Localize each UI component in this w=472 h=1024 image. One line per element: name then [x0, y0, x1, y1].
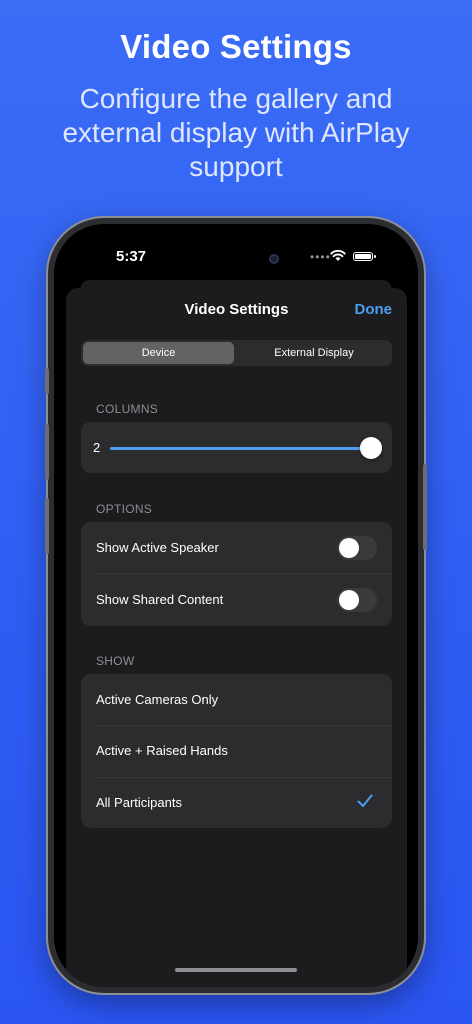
promo-title: Video Settings — [120, 28, 352, 65]
phone-volume-down-button — [45, 498, 49, 554]
columns-value: 2 — [93, 440, 101, 455]
video-settings-sheet: Video Settings Done Device External Disp… — [66, 288, 407, 987]
columns-group: 2 — [81, 422, 392, 473]
phone-volume-up-button — [45, 424, 49, 480]
battery-icon — [353, 252, 376, 261]
phone-power-button — [423, 464, 427, 550]
home-indicator — [175, 968, 297, 972]
segment-external-display[interactable]: External Display — [238, 342, 390, 364]
toggle-knob — [339, 590, 359, 610]
columns-section-header: COLUMNS — [96, 402, 159, 416]
show-label-all-participants: All Participants — [96, 795, 182, 810]
divider — [96, 573, 392, 574]
toggle-knob — [339, 538, 359, 558]
show-row-raised-hands[interactable]: Active + Raised Hands — [81, 726, 392, 777]
cellular-signal-icon: •••• — [310, 250, 331, 264]
show-group: Active Cameras Only Active + Raised Hand… — [81, 674, 392, 828]
columns-slider-track[interactable] — [110, 447, 371, 450]
show-shared-content-toggle[interactable] — [337, 588, 377, 612]
show-section-header: SHOW — [96, 654, 135, 668]
wifi-icon — [330, 249, 346, 261]
show-row-all-participants[interactable]: All Participants — [81, 778, 392, 828]
option-label-active-speaker: Show Active Speaker — [96, 540, 219, 555]
display-segmented-control: Device External Display — [81, 340, 392, 366]
option-label-shared-content: Show Shared Content — [96, 592, 224, 607]
show-label-raised-hands: Active + Raised Hands — [96, 743, 228, 758]
status-time: 5:37 — [116, 248, 147, 265]
segment-device[interactable]: Device — [83, 342, 234, 364]
show-label-active-cameras: Active Cameras Only — [96, 692, 219, 707]
done-button[interactable]: Done — [355, 301, 393, 318]
promo-subtitle: Configure the gallery and external displ… — [62, 83, 410, 182]
options-group: Show Active Speaker Show Shared Content — [81, 522, 392, 626]
checkmark-icon — [357, 794, 373, 807]
columns-slider-thumb[interactable] — [360, 437, 382, 459]
front-camera-icon — [269, 254, 279, 264]
options-section-header: OPTIONS — [96, 502, 153, 516]
show-row-active-cameras[interactable]: Active Cameras Only — [81, 674, 392, 725]
phone-action-button — [45, 368, 49, 394]
phone-screen: 5:37 •••• Video Settings Done Device Ext… — [54, 224, 418, 987]
show-active-speaker-toggle[interactable] — [337, 536, 377, 560]
